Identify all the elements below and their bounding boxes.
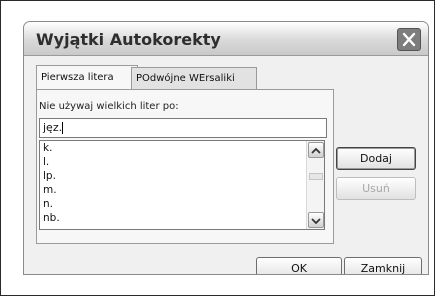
list-scrollbar[interactable] [306,141,324,229]
dialog-title: Wyjątki Autokorekty [36,30,221,49]
scroll-up-button[interactable] [308,142,324,158]
chevron-up-icon [311,147,321,154]
tab-double-capitals[interactable]: POdwójne WErsaliki [131,67,257,89]
close-icon [402,32,416,47]
button-label: Dodaj [360,152,392,165]
tab-label: POdwójne WErsaliki [136,73,235,84]
exceptions-label: Nie używaj wielkich liter po: [39,101,179,112]
button-label: Usuń [362,182,390,195]
list-item[interactable]: nb. [43,212,60,224]
input-value: jęz. [43,121,63,134]
autocorrect-exceptions-dialog: Wyjątki Autokorekty Pierwsza litera POdw… [23,21,429,275]
close-button[interactable] [397,28,421,51]
text-caret [62,122,64,134]
close-dialog-button[interactable]: Zamknij [344,257,422,275]
list-item[interactable]: n. [43,198,53,210]
add-button[interactable]: Dodaj [336,147,416,170]
exception-input[interactable]: jęz. [39,118,327,138]
scroll-down-button[interactable] [308,212,324,228]
list-item[interactable]: k. [43,142,52,154]
scrollbar-thumb[interactable] [309,173,323,180]
list-item[interactable]: l. [43,156,49,168]
tab-label: Pierwsza litera [41,72,114,83]
button-label: OK [291,262,307,275]
button-label: Zamknij [360,262,406,275]
title-bar: Wyjątki Autokorekty [24,22,428,56]
delete-button[interactable]: Usuń [336,177,416,200]
exceptions-list[interactable]: k. l. lp. m. n. nb. [39,140,325,230]
list-item[interactable]: lp. [43,170,56,182]
ok-button[interactable]: OK [256,257,342,275]
list-item[interactable]: m. [43,184,57,196]
tab-first-letter[interactable]: Pierwsza litera [36,65,138,89]
chevron-down-icon [311,218,321,225]
